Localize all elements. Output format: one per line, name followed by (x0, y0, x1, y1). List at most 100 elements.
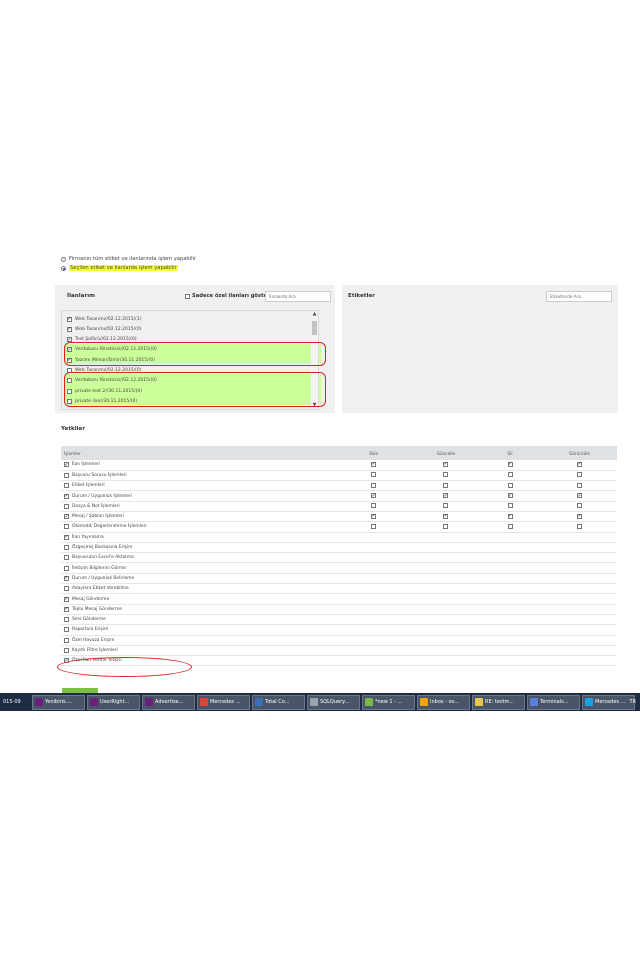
permission-name[interactable]: Özgeçmiş Bankasına Erişim (64, 545, 334, 551)
permission-name[interactable]: ✓ Mesaj / Şablon İşlemleri (64, 514, 334, 520)
unchecked-checkbox-icon[interactable] (577, 472, 583, 478)
unchecked-checkbox-icon[interactable] (371, 503, 377, 509)
checked-checkbox-icon[interactable]: ✓ (371, 461, 377, 467)
unchecked-checkbox-icon[interactable] (577, 503, 583, 509)
radio-selected[interactable] (61, 265, 66, 271)
checked-checkbox-icon[interactable]: ✓ (64, 575, 69, 581)
only-private-filter[interactable]: Sadece özel ilanları göster (185, 293, 270, 299)
permission-name[interactable]: Başvuru Sorusu İşlemleri (64, 472, 334, 478)
ilan-search-input[interactable] (265, 291, 331, 302)
taskbar-button[interactable]: Advertise... (142, 694, 195, 710)
unchecked-checkbox-icon[interactable] (64, 555, 69, 561)
unchecked-checkbox-icon[interactable] (64, 637, 69, 643)
unchecked-checkbox-icon[interactable] (371, 472, 377, 478)
unchecked-checkbox-icon[interactable] (64, 565, 69, 571)
permission-cell: ✓ (477, 490, 543, 502)
unchecked-checkbox-icon[interactable] (64, 483, 69, 489)
checked-checkbox-icon[interactable]: ✓ (577, 493, 583, 499)
taskbar-language[interactable]: TR (629, 699, 636, 705)
unchecked-checkbox-icon[interactable] (64, 524, 69, 530)
unchecked-checkbox-icon[interactable] (64, 586, 69, 592)
checked-checkbox-icon[interactable]: ✓ (507, 513, 513, 519)
unchecked-checkbox-icon[interactable] (507, 482, 513, 488)
unchecked-checkbox-icon[interactable] (443, 523, 449, 529)
ilan-list-item[interactable]: ✓ Web Tasarımı//02.12.2015/(1) (67, 314, 142, 324)
unchecked-checkbox-icon[interactable] (64, 617, 69, 623)
permission-name[interactable]: ✓ İlan Yayınlama (64, 534, 334, 540)
unchecked-checkbox-icon[interactable] (443, 503, 449, 509)
unchecked-checkbox-icon[interactable] (577, 523, 583, 529)
taskbar-button[interactable]: RE: testm... (472, 694, 525, 710)
taskbar-button[interactable]: Yenibiris.... (32, 694, 85, 710)
etiket-search-input[interactable] (546, 291, 612, 302)
taskbar-button[interactable]: *new 1 - ... (362, 694, 415, 710)
checked-checkbox-icon[interactable]: ✓ (507, 493, 513, 499)
taskbar-button[interactable]: Inbox - os... (417, 694, 470, 710)
checked-checkbox-icon[interactable]: ✓ (67, 316, 72, 322)
unchecked-checkbox-icon[interactable] (507, 503, 513, 509)
checked-checkbox-icon[interactable]: ✓ (507, 461, 513, 467)
checked-checkbox-icon[interactable]: ✓ (443, 513, 449, 519)
checked-checkbox-icon[interactable]: ✓ (577, 461, 583, 467)
permission-name[interactable]: Sms Gönderme (64, 617, 334, 623)
unchecked-checkbox-icon[interactable] (64, 545, 69, 551)
checked-checkbox-icon[interactable]: ✓ (64, 462, 69, 468)
taskbar-button[interactable]: Total Co... (252, 694, 305, 710)
permissions-header-row: İşlemler Ekle Güncelle Sil Görüntüle (61, 446, 617, 460)
permission-name[interactable]: Raporlara Erişim (64, 627, 334, 633)
checked-checkbox-icon[interactable]: ✓ (64, 534, 69, 540)
scroll-up-icon[interactable]: ▲ (311, 311, 318, 317)
taskbar-button[interactable]: Terminals... (527, 694, 580, 710)
checked-checkbox-icon[interactable]: ✓ (443, 493, 449, 499)
checked-checkbox-icon[interactable]: ✓ (64, 596, 69, 602)
permission-cell (542, 521, 617, 533)
permission-name[interactable]: Etiket İşlemleri (64, 483, 334, 489)
radio-all[interactable] (61, 256, 66, 262)
taskbar-button[interactable]: UserRight... (87, 694, 140, 710)
permission-name[interactable]: Başvuruları Excel'e Aktarma (64, 555, 334, 561)
unchecked-checkbox-icon[interactable] (371, 523, 377, 529)
taskbar-button[interactable]: SQLQuery... (307, 694, 360, 710)
checked-checkbox-icon[interactable]: ✓ (443, 461, 449, 467)
permission-name[interactable]: ✓ Mesaj Gönderme (64, 596, 334, 602)
unchecked-checkbox-icon[interactable] (577, 482, 583, 488)
permission-name[interactable]: ✓ Durum / Uygunluk Belirleme (64, 575, 334, 581)
permission-label: Özgeçmiş Bankasına Erişim (72, 545, 133, 551)
unchecked-checkbox-icon[interactable] (64, 472, 69, 478)
checked-checkbox-icon[interactable]: ✓ (64, 514, 69, 520)
permission-name[interactable]: Dosya & Not İşlemleri (64, 503, 334, 509)
permission-name[interactable]: Otomatik Değerlendirme İşlemleri (64, 524, 334, 530)
ilan-list-item[interactable]: ✓ Web Tasarımı//02.12.2015/(0) (67, 324, 142, 334)
only-private-checkbox[interactable] (185, 293, 190, 299)
unchecked-checkbox-icon[interactable] (507, 472, 513, 478)
checked-checkbox-icon[interactable]: ✓ (371, 493, 377, 499)
scope-option-all[interactable]: Firmanın tüm etiket ve ilanlarında işlem… (61, 256, 196, 262)
permission-name[interactable]: Özel Havuza Erişim (64, 637, 334, 643)
unchecked-checkbox-icon[interactable] (64, 647, 69, 653)
unchecked-checkbox-icon[interactable] (371, 482, 377, 488)
permission-name[interactable]: ✓ Durum / Uygunluk İşlemleri (64, 493, 334, 499)
scroll-thumb[interactable] (312, 321, 317, 335)
unchecked-checkbox-icon[interactable] (443, 472, 449, 478)
checked-checkbox-icon[interactable]: ✓ (64, 606, 69, 612)
checked-checkbox-icon[interactable]: ✓ (64, 493, 69, 499)
scope-option-selected[interactable]: Seçilen etiket ve ilanlarda işlem yapabi… (61, 265, 178, 271)
permission-name[interactable]: Kayıtlı Filtre İşlemleri (64, 647, 334, 653)
unchecked-checkbox-icon[interactable] (507, 523, 513, 529)
checked-checkbox-icon[interactable]: ✓ (67, 326, 72, 332)
taskbar-button[interactable]: Mercedes ... (582, 694, 635, 710)
permission-name[interactable]: İletişim Bilgilerini Görme (64, 565, 334, 571)
checked-checkbox-icon[interactable]: ✓ (577, 513, 583, 519)
ilan-list-item-label: Web Tasarımı//02.12.2015/(0) (75, 326, 142, 332)
permission-name[interactable]: ✓ İlan İşlemleri (64, 462, 334, 468)
permission-cell (542, 542, 617, 554)
permission-name[interactable]: ✓ Toplu Mesaj Gönderme (64, 606, 334, 612)
unchecked-checkbox-icon[interactable] (64, 503, 69, 509)
taskbar-button[interactable]: Mercedes ... (197, 694, 250, 710)
unchecked-checkbox-icon[interactable] (64, 627, 69, 633)
permission-cell (333, 583, 414, 595)
unchecked-checkbox-icon[interactable] (443, 482, 449, 488)
permission-name[interactable]: Adaylara Etiket Verebilme (64, 586, 334, 592)
permission-cell (413, 635, 478, 646)
checked-checkbox-icon[interactable]: ✓ (371, 513, 377, 519)
